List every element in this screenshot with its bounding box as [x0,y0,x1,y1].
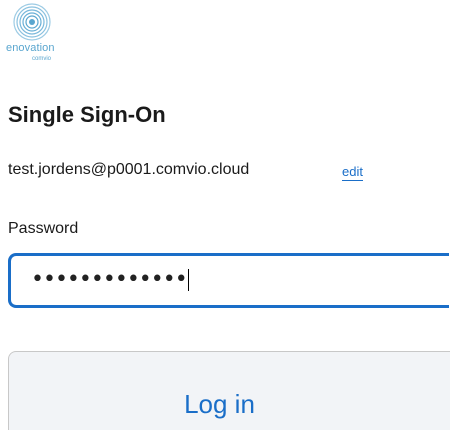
brand-subname: comvio [32,56,52,62]
page-title: Single Sign-On [8,102,166,127]
login-button[interactable]: Log in [8,351,450,430]
swirl-logo-icon [13,3,51,41]
account-email: test.jordens@p0001.comvio.cloud [8,161,250,178]
sso-login-page: enovation comvio Single Sign-On test.jor… [0,0,450,430]
edit-account-link[interactable]: edit [342,164,363,181]
brand-name: enovation [6,42,55,54]
text-caret [187,269,189,291]
brand-logo: enovation comvio [6,2,62,68]
password-masked-value: ••••••••••••• [31,267,189,292]
password-label: Password [8,220,79,237]
password-field[interactable]: ••••••••••••• [8,253,449,308]
password-dots: ••••••••••••• [31,267,188,292]
